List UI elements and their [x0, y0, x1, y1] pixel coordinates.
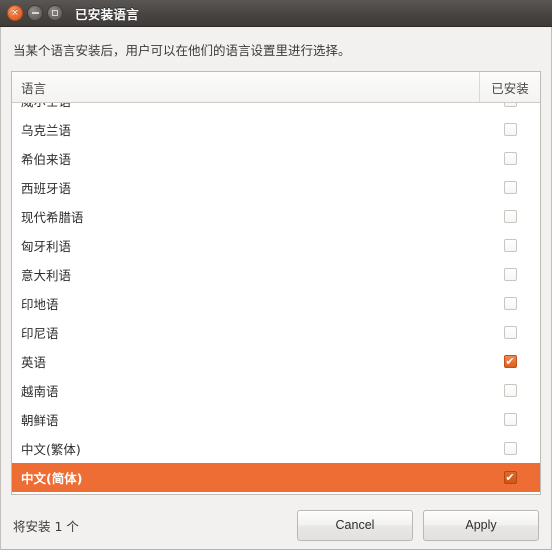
minimize-glyph	[31, 12, 39, 14]
table-body[interactable]: 威尔士语 ✔ 乌克兰语 ✔ 希伯来语 ✔ 西班牙语 ✔ 现代希腊语 ✔ 匈牙利语 ✔ 意大利语 ✔ 印地语 ✔…	[12, 103, 540, 494]
checkbox-unchecked-icon[interactable]: ✔	[503, 123, 517, 136]
table-row[interactable]: 意大利语 ✔	[12, 260, 540, 289]
language-name: 中文(繁体)	[21, 442, 81, 457]
dialog-footer: 将安装 1 个 Cancel Apply	[11, 495, 541, 550]
dialog-buttons: Cancel Apply	[297, 509, 539, 541]
checkbox-unchecked-icon[interactable]: ✔	[503, 413, 517, 426]
table-row[interactable]: 印地语 ✔	[12, 289, 540, 318]
language-name: 朝鲜语	[21, 413, 59, 428]
installed-cell: ✔	[480, 384, 540, 397]
language-table: 语言 已安装 威尔士语✔乌克兰语✔希伯来语✔西班牙语✔现代希腊语✔匈牙利语✔意大…	[11, 71, 541, 495]
installed-cell: ✔	[480, 103, 540, 107]
checkbox-unchecked-icon[interactable]: ✔	[503, 210, 517, 223]
checkbox-unchecked-icon[interactable]: ✔	[503, 384, 517, 397]
language-name: 乌克兰语	[21, 123, 72, 138]
checkbox-unchecked-icon[interactable]: ✔	[503, 442, 517, 455]
table-row[interactable]: 威尔士语 ✔	[12, 103, 540, 115]
language-name: 希伯来语	[21, 152, 72, 167]
table-row[interactable]: 现代希腊语 ✔	[12, 202, 540, 231]
cancel-button[interactable]: Cancel	[297, 509, 413, 541]
table-row[interactable]: 乌克兰语 ✔	[12, 115, 540, 144]
checkmark-icon: ✔	[505, 471, 515, 484]
maximize-icon[interactable]	[47, 5, 63, 21]
window-content: 当某个语言安装后，用户可以在他们的语言设置里进行选择。 语言 已安装 威尔士语 ✔…	[0, 27, 552, 550]
language-name: 印地语	[21, 297, 59, 312]
installed-cell: ✔	[480, 210, 540, 223]
table-row[interactable]: 西班牙语 ✔	[12, 173, 540, 202]
checkbox-unchecked-icon[interactable]: ✔	[503, 103, 517, 107]
window-titlebar: × 已安装语言	[0, 0, 552, 27]
language-name: 中文(简体)	[21, 471, 83, 486]
installed-cell: ✔	[480, 123, 540, 136]
table-row-viewport: 威尔士语 ✔ 乌克兰语 ✔ 希伯来语 ✔ 西班牙语 ✔ 现代希腊语 ✔ 匈牙利语 ✔ 意大利语 ✔ 印地语 ✔…	[12, 103, 540, 492]
window-title: 已安装语言	[75, 6, 140, 22]
table-row[interactable]: 匈牙利语 ✔	[12, 231, 540, 260]
language-name: 意大利语	[21, 268, 72, 283]
table-row[interactable]: 中文(繁体) ✔	[12, 434, 540, 463]
installed-cell: ✔	[480, 152, 540, 165]
checkbox-unchecked-icon[interactable]: ✔	[503, 152, 517, 165]
installed-cell: ✔	[480, 181, 540, 194]
checkbox-unchecked-icon[interactable]: ✔	[503, 297, 517, 310]
checkbox-unchecked-icon[interactable]: ✔	[503, 181, 517, 194]
table-header: 语言 已安装	[12, 72, 540, 103]
table-row[interactable]: 中文(简体) ✔	[12, 463, 540, 492]
language-name: 英语	[21, 355, 47, 370]
checkbox-unchecked-icon[interactable]: ✔	[503, 239, 517, 252]
maximize-glyph	[52, 10, 58, 16]
table-row[interactable]: 越南语 ✔	[12, 376, 540, 405]
language-name: 越南语	[21, 384, 59, 399]
installed-cell: ✔	[480, 355, 540, 368]
language-name: 现代希腊语	[21, 210, 84, 225]
language-name: 威尔士语	[12, 103, 480, 110]
installed-languages-window: × 已安装语言 当某个语言安装后，用户可以在他们的语言设置里进行选择。 语言 已…	[0, 0, 552, 550]
checkbox-checked-icon[interactable]: ✔	[503, 471, 517, 484]
table-row[interactable]: 朝鲜语 ✔	[12, 405, 540, 434]
checkbox-checked-icon[interactable]: ✔	[503, 355, 517, 368]
column-header-language[interactable]: 语言	[12, 72, 480, 102]
close-icon[interactable]: ×	[7, 5, 23, 21]
language-name: 印尼语	[21, 326, 59, 341]
language-name: 西班牙语	[21, 181, 72, 196]
table-row[interactable]: 英语 ✔	[12, 347, 540, 376]
description-text: 当某个语言安装后，用户可以在他们的语言设置里进行选择。	[13, 43, 351, 58]
installed-cell: ✔	[480, 413, 540, 426]
minimize-icon[interactable]	[27, 5, 43, 21]
table-row[interactable]: 印尼语 ✔	[12, 318, 540, 347]
apply-button[interactable]: Apply	[423, 509, 539, 541]
installed-cell: ✔	[480, 326, 540, 339]
table-row[interactable]: 希伯来语 ✔	[12, 144, 540, 173]
installed-cell: ✔	[480, 297, 540, 310]
checkbox-unchecked-icon[interactable]: ✔	[503, 326, 517, 339]
column-header-installed[interactable]: 已安装	[480, 72, 540, 102]
installed-cell: ✔	[480, 268, 540, 281]
installed-cell: ✔	[480, 442, 540, 455]
installed-cell: ✔	[480, 471, 540, 484]
language-name: 匈牙利语	[21, 239, 72, 254]
installed-cell: ✔	[480, 239, 540, 252]
checkmark-icon: ✔	[505, 355, 515, 368]
window-controls: ×	[7, 5, 63, 21]
checkbox-unchecked-icon[interactable]: ✔	[503, 268, 517, 281]
status-text: 将安装 1 个	[13, 518, 79, 534]
